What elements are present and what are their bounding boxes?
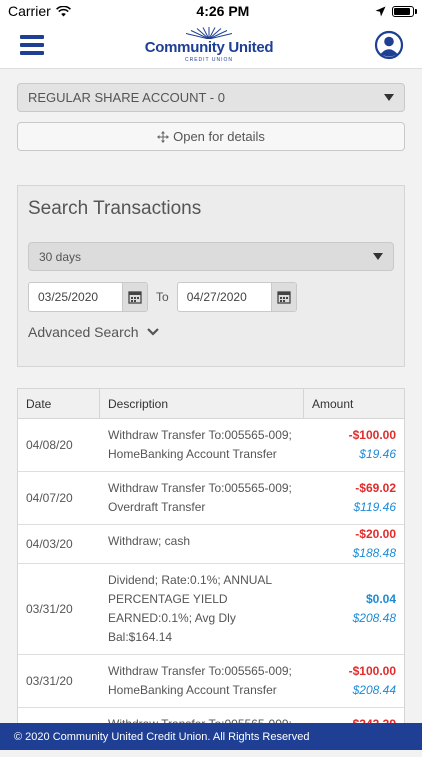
main-content: REGULAR SHARE ACCOUNT - 0 Open for detai… (0, 69, 422, 757)
logo-title: Community United (144, 39, 274, 56)
row-amount: -$69.02 (355, 481, 396, 495)
row-amount-cell: -$69.02 $119.46 (304, 472, 404, 524)
row-amount-cell: -$100.00 $208.44 (304, 655, 404, 707)
date-range-inputs: 03/25/2020 To 04/27/2020 (28, 282, 394, 312)
app-header: Community United CREDIT UNION (0, 22, 422, 69)
header-amount: Amount (312, 396, 354, 411)
location-arrow-icon (375, 6, 386, 16)
advanced-search-toggle[interactable]: Advanced Search (28, 324, 394, 340)
to-date-field[interactable]: 04/27/2020 (176, 282, 297, 312)
row-description: Withdraw; cash (108, 534, 191, 548)
footer: © 2020 Community United Credit Union. Al… (0, 723, 422, 750)
date-range-select[interactable]: 30 days (28, 242, 394, 271)
logo-sunburst-icon (185, 27, 233, 39)
wifi-icon (55, 5, 71, 16)
from-date-field[interactable]: 03/25/2020 (28, 282, 148, 312)
advanced-search-label: Advanced Search (28, 324, 139, 340)
row-balance: $208.48 (352, 611, 396, 625)
to-label: To (156, 290, 169, 304)
table-row[interactable]: 04/07/20 Withdraw Transfer To:005565-009… (18, 472, 404, 525)
battery-icon (391, 5, 417, 17)
move-arrows-icon (157, 130, 170, 143)
row-amount: -$100.00 (348, 664, 396, 678)
search-transactions-panel: Search Transactions 30 days 03/25/2020 T… (17, 185, 405, 367)
account-select-value: REGULAR SHARE ACCOUNT - 0 (28, 90, 225, 105)
header-date: Date (18, 389, 100, 418)
row-balance: $188.48 (352, 546, 396, 560)
table-row[interactable]: 04/03/20 Withdraw; cash -$20.00 $188.48 (18, 525, 404, 564)
menu-icon[interactable] (20, 35, 44, 55)
table-header: Date Description Amount (18, 389, 404, 419)
row-amount: -$100.00 (348, 428, 396, 442)
row-description: Withdraw Transfer To:005565-009; HomeBan… (108, 664, 292, 697)
open-details-button[interactable]: Open for details (17, 122, 405, 151)
row-date: 04/07/20 (26, 491, 73, 505)
row-amount: -$20.00 (355, 527, 396, 541)
clock: 4:26 PM (196, 3, 250, 19)
row-date: 03/31/20 (26, 674, 73, 688)
calendar-icon[interactable] (122, 283, 147, 311)
row-amount-cell: -$100.00 $19.46 (304, 419, 404, 471)
logo: Community United CREDIT UNION (145, 27, 274, 63)
search-title: Search Transactions (28, 198, 202, 219)
date-range-value: 30 days (39, 249, 82, 264)
table-row[interactable]: 03/31/20 Dividend; Rate:0.1%; ANNUAL PER… (18, 564, 404, 655)
row-amount: $0.04 (365, 592, 396, 606)
account-select[interactable]: REGULAR SHARE ACCOUNT - 0 (17, 83, 405, 112)
row-balance: $119.46 (353, 500, 397, 514)
carrier-label: Carrier (8, 3, 51, 19)
row-date: 04/03/20 (26, 537, 73, 551)
logo-subtitle: CREDIT UNION (184, 57, 234, 63)
calendar-icon[interactable] (270, 283, 296, 311)
dropdown-arrow-icon (384, 94, 394, 101)
row-date: 03/31/20 (26, 602, 73, 616)
user-profile-icon[interactable] (374, 30, 404, 60)
row-amount-cell: -$20.00 $188.48 (304, 525, 404, 563)
status-bar: Carrier 4:26 PM (0, 0, 422, 22)
row-balance: $19.46 (359, 447, 396, 461)
row-amount-cell: $0.04 $208.48 (304, 564, 404, 654)
to-date-value: 04/27/2020 (186, 290, 247, 304)
row-date: 04/08/20 (26, 438, 73, 452)
dropdown-arrow-icon (373, 253, 383, 260)
row-balance: $208.44 (352, 683, 396, 697)
from-date-value: 03/25/2020 (38, 290, 99, 304)
transactions-table: Date Description Amount 04/08/20 Withdra… (17, 388, 405, 743)
header-description: Description (100, 389, 304, 418)
row-description: Withdraw Transfer To:005565-009; Overdra… (108, 481, 292, 514)
table-row[interactable]: 04/08/20 Withdraw Transfer To:005565-009… (18, 419, 404, 472)
row-description: Dividend; Rate:0.1%; ANNUAL PERCENTAGE Y… (108, 573, 272, 644)
row-description: Withdraw Transfer To:005565-009; HomeBan… (108, 428, 292, 461)
table-row[interactable]: 03/31/20 Withdraw Transfer To:005565-009… (18, 655, 404, 708)
copyright-text: © 2020 Community United Credit Union. Al… (14, 730, 310, 743)
chevron-down-icon (146, 328, 159, 336)
open-details-label: Open for details (173, 129, 265, 144)
